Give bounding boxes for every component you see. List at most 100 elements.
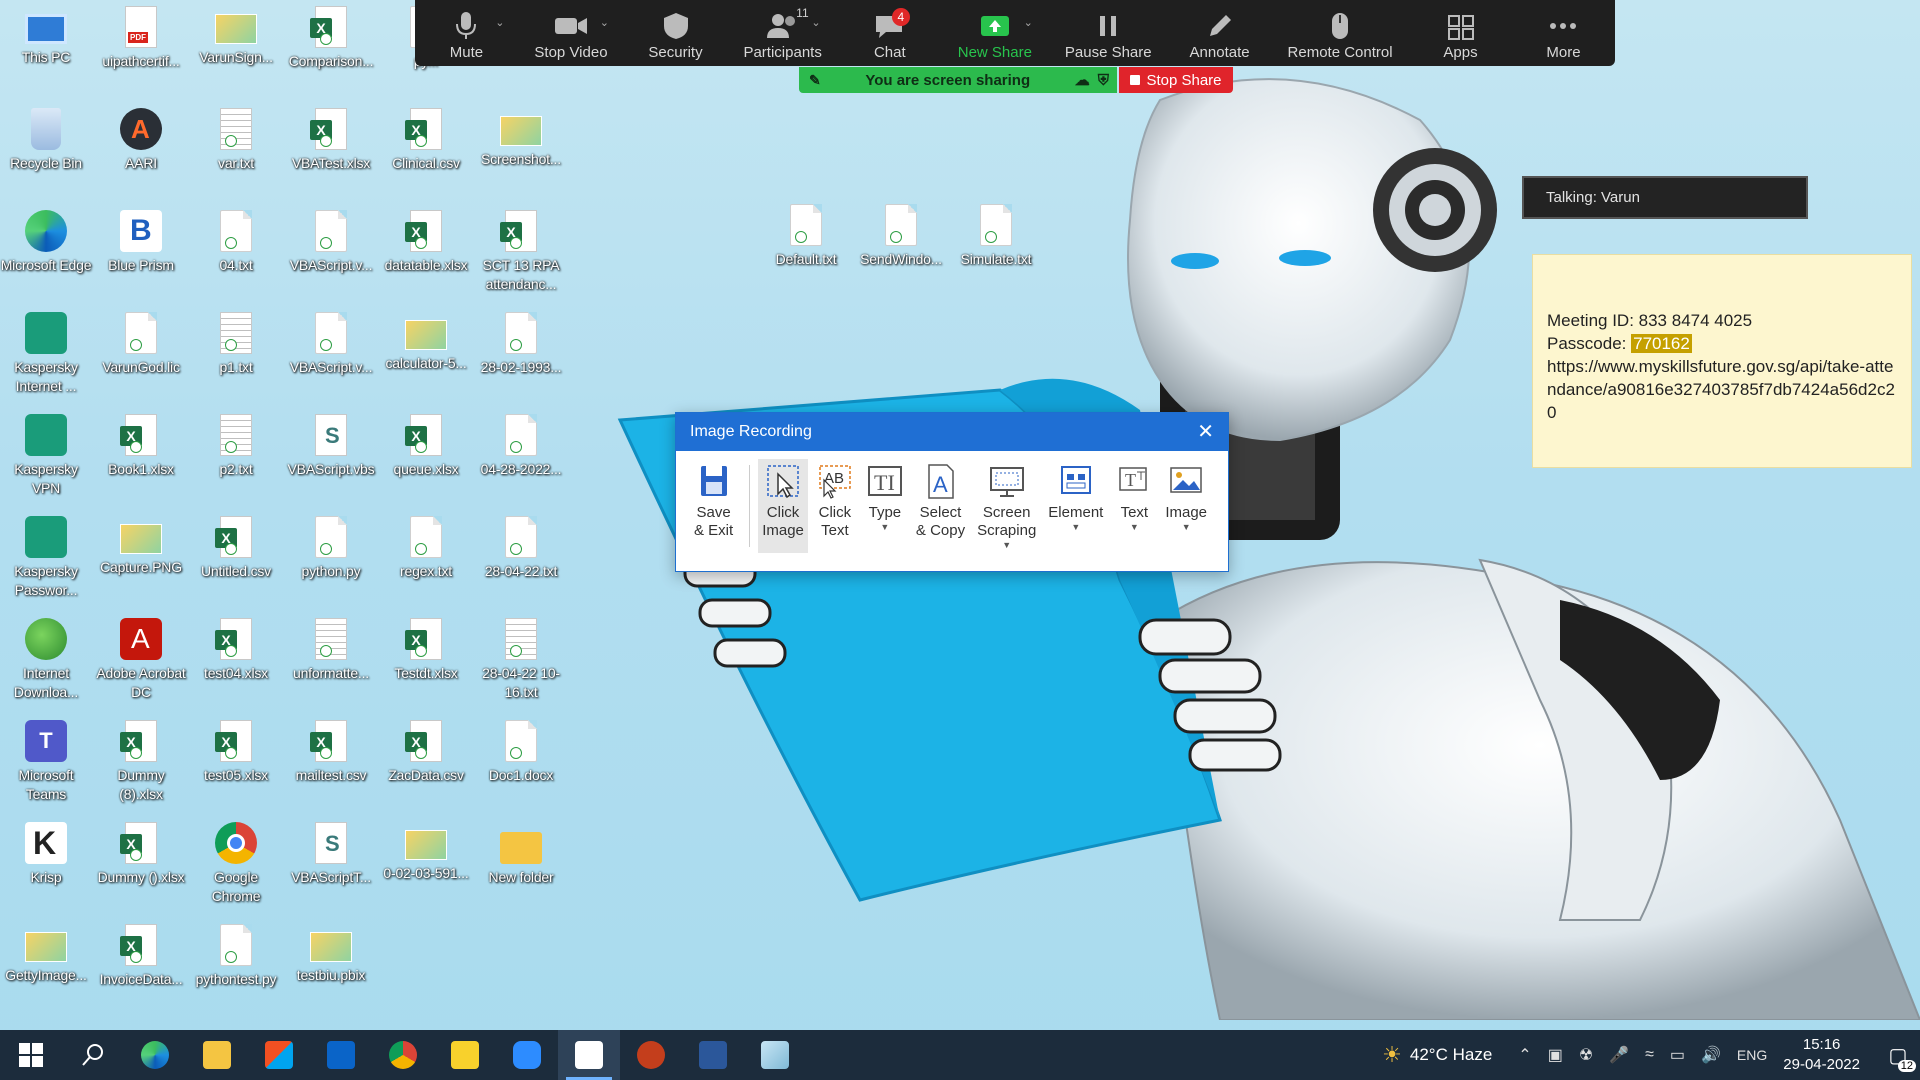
save-tool[interactable]: Save & Exit	[690, 459, 737, 553]
desktop-icon[interactable]: pythontest.py	[190, 924, 282, 989]
desktop-icon[interactable]: Doc1.docx	[475, 720, 567, 785]
chevron-down-icon[interactable]: ⌄	[495, 16, 504, 29]
battery-icon[interactable]: ▭	[1670, 1045, 1685, 1065]
desktop-icon[interactable]: Screenshot...	[475, 108, 567, 169]
dropdown-arrow-icon[interactable]: ▼	[1130, 522, 1139, 532]
close-icon[interactable]: ✕	[1197, 413, 1214, 451]
zoom-chat-button[interactable]: 4 Chat	[855, 8, 925, 61]
desktop-icon[interactable]: InvoiceData...	[95, 924, 187, 989]
desktop-icon[interactable]: Dummy ().xlsx	[95, 822, 187, 887]
chevron-up-icon[interactable]: ⌃	[1518, 1045, 1531, 1065]
desktop-icon[interactable]: 28-02-1993...	[475, 312, 567, 377]
desktop-icon[interactable]: Comparison...	[285, 6, 377, 71]
dialog-titlebar[interactable]: Image Recording ✕	[676, 413, 1228, 451]
desktop-icon[interactable]: 28-04-22.txt	[475, 516, 567, 581]
element-tool[interactable]: Element ▼	[1044, 459, 1107, 553]
security-icon[interactable]: ☢	[1579, 1045, 1593, 1065]
desktop-icon[interactable]: VBAScript.v...	[285, 312, 377, 377]
chevron-down-icon[interactable]: ⌄	[1024, 16, 1033, 29]
taskbar-uipath-button[interactable]	[558, 1030, 620, 1080]
zoom-security-button[interactable]: Security	[641, 10, 711, 61]
desktop-icon[interactable]: p2.txt	[190, 414, 282, 479]
desktop-icon[interactable]: ZacData.csv	[380, 720, 472, 785]
click-image-tool[interactable]: Click Image	[758, 459, 808, 553]
desktop-icon[interactable]: Recycle Bin	[0, 108, 92, 173]
zoom-participants-button[interactable]: 11 ⌄ Participants	[743, 6, 821, 61]
desktop-icon[interactable]: SCT 13 RPA attendanc...	[475, 210, 567, 294]
zoom-pause-share-button[interactable]: Pause Share	[1065, 10, 1152, 61]
desktop-icon[interactable]: 04.txt	[190, 210, 282, 275]
desktop-icon[interactable]: AARI	[95, 108, 187, 173]
taskbar-search-button[interactable]	[62, 1030, 124, 1080]
desktop-icon[interactable]: Internet Downloa...	[0, 618, 92, 702]
desktop-icon[interactable]: var.txt	[190, 108, 282, 173]
desktop-icon[interactable]: Clinical.csv	[380, 108, 472, 173]
desktop-icon[interactable]: Adobe Acrobat DC	[95, 618, 187, 702]
zoom-new-share-button[interactable]: ⌄ New Share	[958, 10, 1033, 61]
screen-scraping-tool[interactable]: Screen Scraping ▼	[973, 459, 1040, 553]
speaker-icon[interactable]: 🔊	[1701, 1045, 1721, 1065]
desktop-icon[interactable]: Kaspersky Internet ...	[0, 312, 92, 396]
desktop-icon[interactable]: test05.xlsx	[190, 720, 282, 785]
taskbar-mail-button[interactable]	[310, 1030, 372, 1080]
desktop-icon[interactable]: GettyImage...	[0, 924, 92, 985]
desktop-icon[interactable]: testbiu.pbix	[285, 924, 377, 985]
desktop-icon[interactable]: queue.xlsx	[380, 414, 472, 479]
dropdown-arrow-icon[interactable]: ▼	[1002, 540, 1011, 550]
desktop-icon[interactable]: Testdt.xlsx	[380, 618, 472, 683]
taskbar-start-button[interactable]	[0, 1030, 62, 1080]
language-indicator[interactable]: ENG	[1737, 1047, 1767, 1063]
taskbar-word-button[interactable]	[682, 1030, 744, 1080]
zoom-annotate-button[interactable]: Annotate	[1185, 10, 1255, 61]
weather-icon[interactable]: ☀	[1382, 1042, 1402, 1068]
desktop-icon[interactable]: Default.txt	[760, 204, 852, 269]
meet-now-icon[interactable]: ▣	[1548, 1045, 1563, 1065]
desktop-icon[interactable]: VarunSign...	[190, 6, 282, 67]
desktop-icon[interactable]: mailtest.csv	[285, 720, 377, 785]
desktop-icon[interactable]: Capture.PNG	[95, 516, 187, 577]
desktop-icon[interactable]: regex.txt	[380, 516, 472, 581]
desktop-icon[interactable]: Krisp	[0, 822, 92, 887]
desktop-icon[interactable]: Simulate.txt	[950, 204, 1042, 269]
desktop-icon[interactable]: This PC	[0, 6, 92, 67]
zoom-more-button[interactable]: More	[1528, 10, 1598, 61]
microphone-icon[interactable]: 🎤	[1609, 1045, 1629, 1065]
desktop-icon[interactable]: python.py	[285, 516, 377, 581]
desktop-icon[interactable]: VBATest.xlsx	[285, 108, 377, 173]
desktop-icon[interactable]: Google Chrome	[190, 822, 282, 906]
taskbar-store-button[interactable]	[248, 1030, 310, 1080]
zoom-remote-control-button[interactable]: Remote Control	[1288, 10, 1393, 61]
desktop-icon[interactable]: test04.xlsx	[190, 618, 282, 683]
chevron-down-icon[interactable]: ⌄	[811, 16, 820, 29]
weather-text[interactable]: 42°C Haze	[1410, 1045, 1492, 1065]
text-tool[interactable]: T Text ▼	[1111, 459, 1157, 553]
wifi-icon[interactable]: ≈	[1645, 1046, 1654, 1064]
desktop-icon[interactable]: Blue Prism	[95, 210, 187, 275]
taskbar-zoom-button[interactable]	[496, 1030, 558, 1080]
desktop-icon[interactable]: Untitled.csv	[190, 516, 282, 581]
desktop-icon[interactable]: VBAScriptT...	[285, 822, 377, 887]
desktop-icon[interactable]: calculator-5...	[380, 312, 472, 373]
sticky-note[interactable]: Meeting ID: 833 8474 4025 Passcode: 7701…	[1532, 254, 1912, 468]
desktop-icon[interactable]: 0-02-03-591...	[380, 822, 472, 883]
desktop-icon[interactable]: New folder	[475, 822, 567, 887]
desktop-icon[interactable]: Microsoft Edge	[0, 210, 92, 275]
select-copy-tool[interactable]: A Select & Copy	[912, 459, 969, 553]
desktop-icon[interactable]: p1.txt	[190, 312, 282, 377]
type-tool[interactable]: TI Type ▼	[862, 459, 908, 553]
taskbar-sticky-notes-button[interactable]	[434, 1030, 496, 1080]
desktop-icon[interactable]: Kaspersky Passwor...	[0, 516, 92, 600]
dropdown-arrow-icon[interactable]: ▼	[1071, 522, 1080, 532]
click-text-tool[interactable]: AB Click Text	[812, 459, 858, 553]
desktop-icon[interactable]: Kaspersky VPN	[0, 414, 92, 498]
desktop-icon[interactable]: T Microsoft Teams	[0, 720, 92, 804]
taskbar-snipping-button[interactable]	[744, 1030, 806, 1080]
image-tool[interactable]: Image ▼	[1161, 459, 1211, 553]
desktop-icon[interactable]: Book1.xlsx	[95, 414, 187, 479]
desktop-icon[interactable]: VBAScript.v...	[285, 210, 377, 275]
zoom-apps-button[interactable]: Apps	[1426, 10, 1496, 61]
desktop-icon[interactable]: SendWindo...	[855, 204, 947, 269]
zoom-stop-video-button[interactable]: ⌄ Stop Video	[534, 10, 609, 61]
desktop-icon[interactable]: Dummy (8).xlsx	[95, 720, 187, 804]
taskbar-file-explorer-button[interactable]	[186, 1030, 248, 1080]
